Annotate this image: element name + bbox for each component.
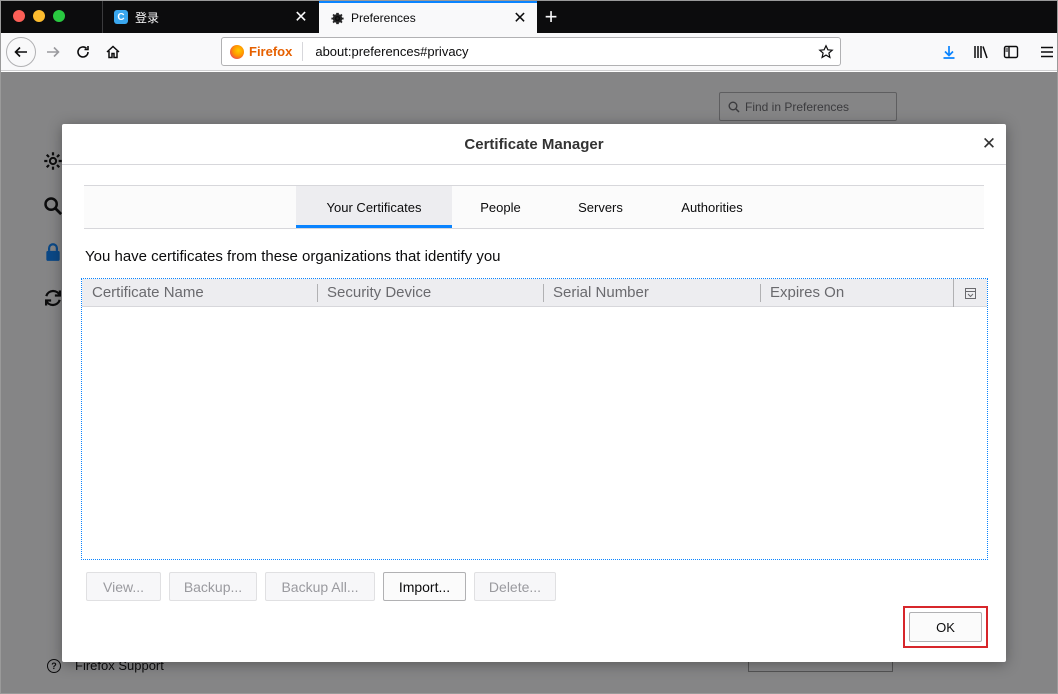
- certificate-tabs: Your Certificates People Servers Authori…: [84, 185, 984, 229]
- tab-authorities[interactable]: Authorities: [652, 186, 772, 228]
- identity-box[interactable]: Firefox: [222, 42, 304, 61]
- dialog-header: Certificate Manager ✕: [62, 124, 1006, 165]
- column-security-device[interactable]: Security Device: [317, 279, 543, 307]
- minimize-window-button[interactable]: [33, 10, 45, 22]
- tabs-spacer: [84, 186, 296, 228]
- backup-all-button[interactable]: Backup All...: [265, 572, 375, 601]
- library-icon[interactable]: [966, 37, 996, 67]
- tab-preferences[interactable]: Preferences ✕: [319, 1, 537, 33]
- sidebar-icon[interactable]: [996, 37, 1026, 67]
- close-tab-icon[interactable]: ✕: [509, 7, 531, 29]
- delete-button[interactable]: Delete...: [474, 572, 556, 601]
- close-window-button[interactable]: [13, 10, 25, 22]
- column-expires-on[interactable]: Expires On: [760, 279, 954, 307]
- new-tab-icon[interactable]: +: [539, 4, 563, 29]
- backup-button[interactable]: Backup...: [169, 572, 257, 601]
- dialog-title: Certificate Manager: [464, 135, 604, 153]
- zoom-window-button[interactable]: [53, 10, 65, 22]
- ok-button[interactable]: OK: [909, 612, 982, 642]
- tab-strip: C 登录 ✕ Preferences ✕ +: [1, 1, 1057, 33]
- navigation-toolbar: Firefox about:preferences#privacy: [1, 33, 1057, 71]
- home-icon[interactable]: [98, 37, 128, 67]
- certificates-description: You have certificates from these organiz…: [85, 248, 501, 265]
- certificate-manager-dialog: Certificate Manager ✕ Your Certificates …: [62, 124, 1006, 662]
- menu-hamburger-icon[interactable]: [1032, 37, 1057, 67]
- table-header: Certificate Name Security Device Serial …: [82, 279, 987, 307]
- back-arrow-icon[interactable]: [6, 37, 36, 67]
- close-icon[interactable]: ✕: [978, 133, 1000, 155]
- forward-arrow-icon[interactable]: [38, 37, 68, 67]
- column-picker-icon[interactable]: [953, 279, 987, 307]
- import-button[interactable]: Import...: [383, 572, 466, 601]
- tab-label: Preferences: [351, 11, 416, 25]
- gear-icon: [329, 10, 345, 26]
- certificates-table[interactable]: Certificate Name Security Device Serial …: [81, 278, 988, 560]
- url-bar[interactable]: Firefox about:preferences#privacy: [221, 37, 841, 66]
- firefox-logo-icon: [230, 44, 244, 59]
- column-serial-number[interactable]: Serial Number: [543, 279, 760, 307]
- column-certificate-name[interactable]: Certificate Name: [82, 279, 317, 307]
- downloads-icon[interactable]: [934, 37, 964, 67]
- tab-login[interactable]: C 登录 ✕: [102, 1, 318, 33]
- identity-label: Firefox: [249, 44, 293, 59]
- bookmark-star-icon[interactable]: [812, 43, 840, 60]
- reload-icon[interactable]: [68, 37, 98, 67]
- url-text[interactable]: about:preferences#privacy: [303, 44, 812, 59]
- c-app-favicon-icon: C: [113, 9, 129, 25]
- tab-servers[interactable]: Servers: [549, 186, 652, 228]
- tab-people[interactable]: People: [452, 186, 549, 228]
- tab-your-certificates[interactable]: Your Certificates: [296, 186, 452, 228]
- certificate-actions: View... Backup... Backup All... Import..…: [86, 572, 556, 601]
- close-tab-icon[interactable]: ✕: [290, 6, 312, 28]
- browser-window: C 登录 ✕ Preferences ✕ + Firefox about:pre…: [0, 0, 1058, 694]
- tab-label: 登录: [135, 10, 160, 25]
- view-button[interactable]: View...: [86, 572, 161, 601]
